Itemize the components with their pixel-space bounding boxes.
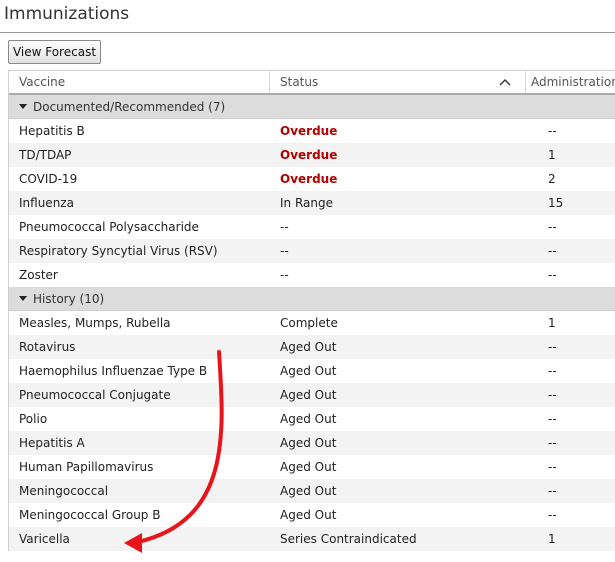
administrations-cell: -- [548, 124, 557, 138]
group-header[interactable]: Documented/Recommended (7) [9, 95, 615, 119]
table-row[interactable]: Varicella Series Contraindicated 1 [9, 527, 615, 551]
administrations-cell: 1 [548, 148, 556, 162]
administrations-cell: -- [548, 508, 557, 522]
administrations-cell: -- [548, 364, 557, 378]
vaccine-cell: Respiratory Syncytial Virus (RSV) [19, 244, 218, 258]
vaccine-cell: Human Papillomavirus [19, 460, 154, 474]
vaccine-cell: Meningococcal [19, 484, 109, 498]
column-header-status-label: Status [280, 75, 319, 89]
table-row[interactable]: Zoster -- -- [9, 263, 615, 287]
group-label: History (10) [33, 291, 105, 306]
table-row[interactable]: Polio Aged Out -- [9, 407, 615, 431]
administrations-cell: 1 [548, 316, 556, 330]
column-header-vaccine[interactable]: Vaccine [9, 71, 270, 93]
group-label: Documented/Recommended (7) [33, 99, 226, 114]
vaccine-cell: Varicella [19, 532, 70, 546]
status-cell: Overdue [280, 124, 338, 138]
page-title: Immunizations [4, 4, 130, 24]
title-divider [0, 32, 615, 33]
status-cell: Aged Out [280, 460, 337, 474]
table-row[interactable]: TD/TDAP Overdue 1 [9, 143, 615, 167]
vaccine-cell: Measles, Mumps, Rubella [19, 316, 171, 330]
vaccine-cell: Haemophilus Influenzae Type B [19, 364, 208, 378]
status-cell: Aged Out [280, 364, 337, 378]
table-row[interactable]: Meningococcal Group B Aged Out -- [9, 503, 615, 527]
administrations-cell: -- [548, 244, 557, 258]
immunizations-grid: Vaccine Status Administrations Documente… [8, 70, 615, 551]
status-cell: Aged Out [280, 388, 337, 402]
vaccine-cell: Hepatitis B [19, 124, 85, 138]
table-row[interactable]: Human Papillomavirus Aged Out -- [9, 455, 615, 479]
table-row[interactable]: Haemophilus Influenzae Type B Aged Out -- [9, 359, 615, 383]
table-row[interactable]: Measles, Mumps, Rubella Complete 1 [9, 311, 615, 335]
vaccine-cell: Zoster [19, 268, 58, 282]
status-cell: In Range [280, 196, 333, 210]
table-row[interactable]: Rotavirus Aged Out -- [9, 335, 615, 359]
administrations-cell: 2 [548, 172, 556, 186]
administrations-cell: -- [548, 268, 557, 282]
chevron-up-icon[interactable] [499, 78, 511, 86]
vaccine-cell: Pneumococcal Polysaccharide [19, 220, 199, 234]
triangle-down-icon[interactable] [19, 104, 27, 109]
vaccine-cell: Rotavirus [19, 340, 76, 354]
status-cell: Aged Out [280, 508, 337, 522]
grid-body: Documented/Recommended (7) Hepatitis B Ove… [9, 95, 615, 551]
view-forecast-button[interactable]: View Forecast [8, 40, 101, 64]
status-cell: Aged Out [280, 412, 337, 426]
column-header-status[interactable]: Status [270, 71, 526, 93]
administrations-cell: -- [548, 436, 557, 450]
status-cell: Aged Out [280, 436, 337, 450]
status-cell: Complete [280, 316, 338, 330]
table-row[interactable]: Hepatitis A Aged Out -- [9, 431, 615, 455]
vaccine-cell: Meningococcal Group B [19, 508, 161, 522]
vaccine-cell: Influenza [19, 196, 74, 210]
table-row[interactable]: Pneumococcal Conjugate Aged Out -- [9, 383, 615, 407]
vaccine-cell: Polio [19, 412, 48, 426]
table-row[interactable]: Respiratory Syncytial Virus (RSV) -- -- [9, 239, 615, 263]
status-cell: -- [280, 244, 289, 258]
status-cell: -- [280, 220, 289, 234]
administrations-cell: 1 [548, 532, 556, 546]
administrations-cell: -- [548, 220, 557, 234]
status-cell: Aged Out [280, 340, 337, 354]
table-row[interactable]: Pneumococcal Polysaccharide -- -- [9, 215, 615, 239]
column-header-administrations[interactable]: Administrations [526, 71, 615, 93]
administrations-cell: -- [548, 460, 557, 474]
status-cell: Aged Out [280, 484, 337, 498]
administrations-cell: -- [548, 388, 557, 402]
status-cell: Overdue [280, 148, 338, 162]
status-cell: Overdue [280, 172, 338, 186]
administrations-cell: -- [548, 412, 557, 426]
table-row[interactable]: COVID-19 Overdue 2 [9, 167, 615, 191]
vaccine-cell: TD/TDAP [19, 148, 72, 162]
table-row[interactable]: Meningococcal Aged Out -- [9, 479, 615, 503]
vaccine-cell: COVID-19 [19, 172, 78, 186]
administrations-cell: 15 [548, 196, 564, 210]
status-cell: -- [280, 268, 289, 282]
group-header[interactable]: History (10) [9, 287, 615, 311]
table-row[interactable]: Hepatitis B Overdue -- [9, 119, 615, 143]
vaccine-cell: Hepatitis A [19, 436, 85, 450]
grid-header: Vaccine Status Administrations [9, 70, 615, 95]
vaccine-cell: Pneumococcal Conjugate [19, 388, 171, 402]
status-cell: Series Contraindicated [280, 532, 417, 546]
table-row[interactable]: Influenza In Range 15 [9, 191, 615, 215]
administrations-cell: -- [548, 484, 557, 498]
administrations-cell: -- [548, 340, 557, 354]
triangle-down-icon[interactable] [19, 296, 27, 301]
